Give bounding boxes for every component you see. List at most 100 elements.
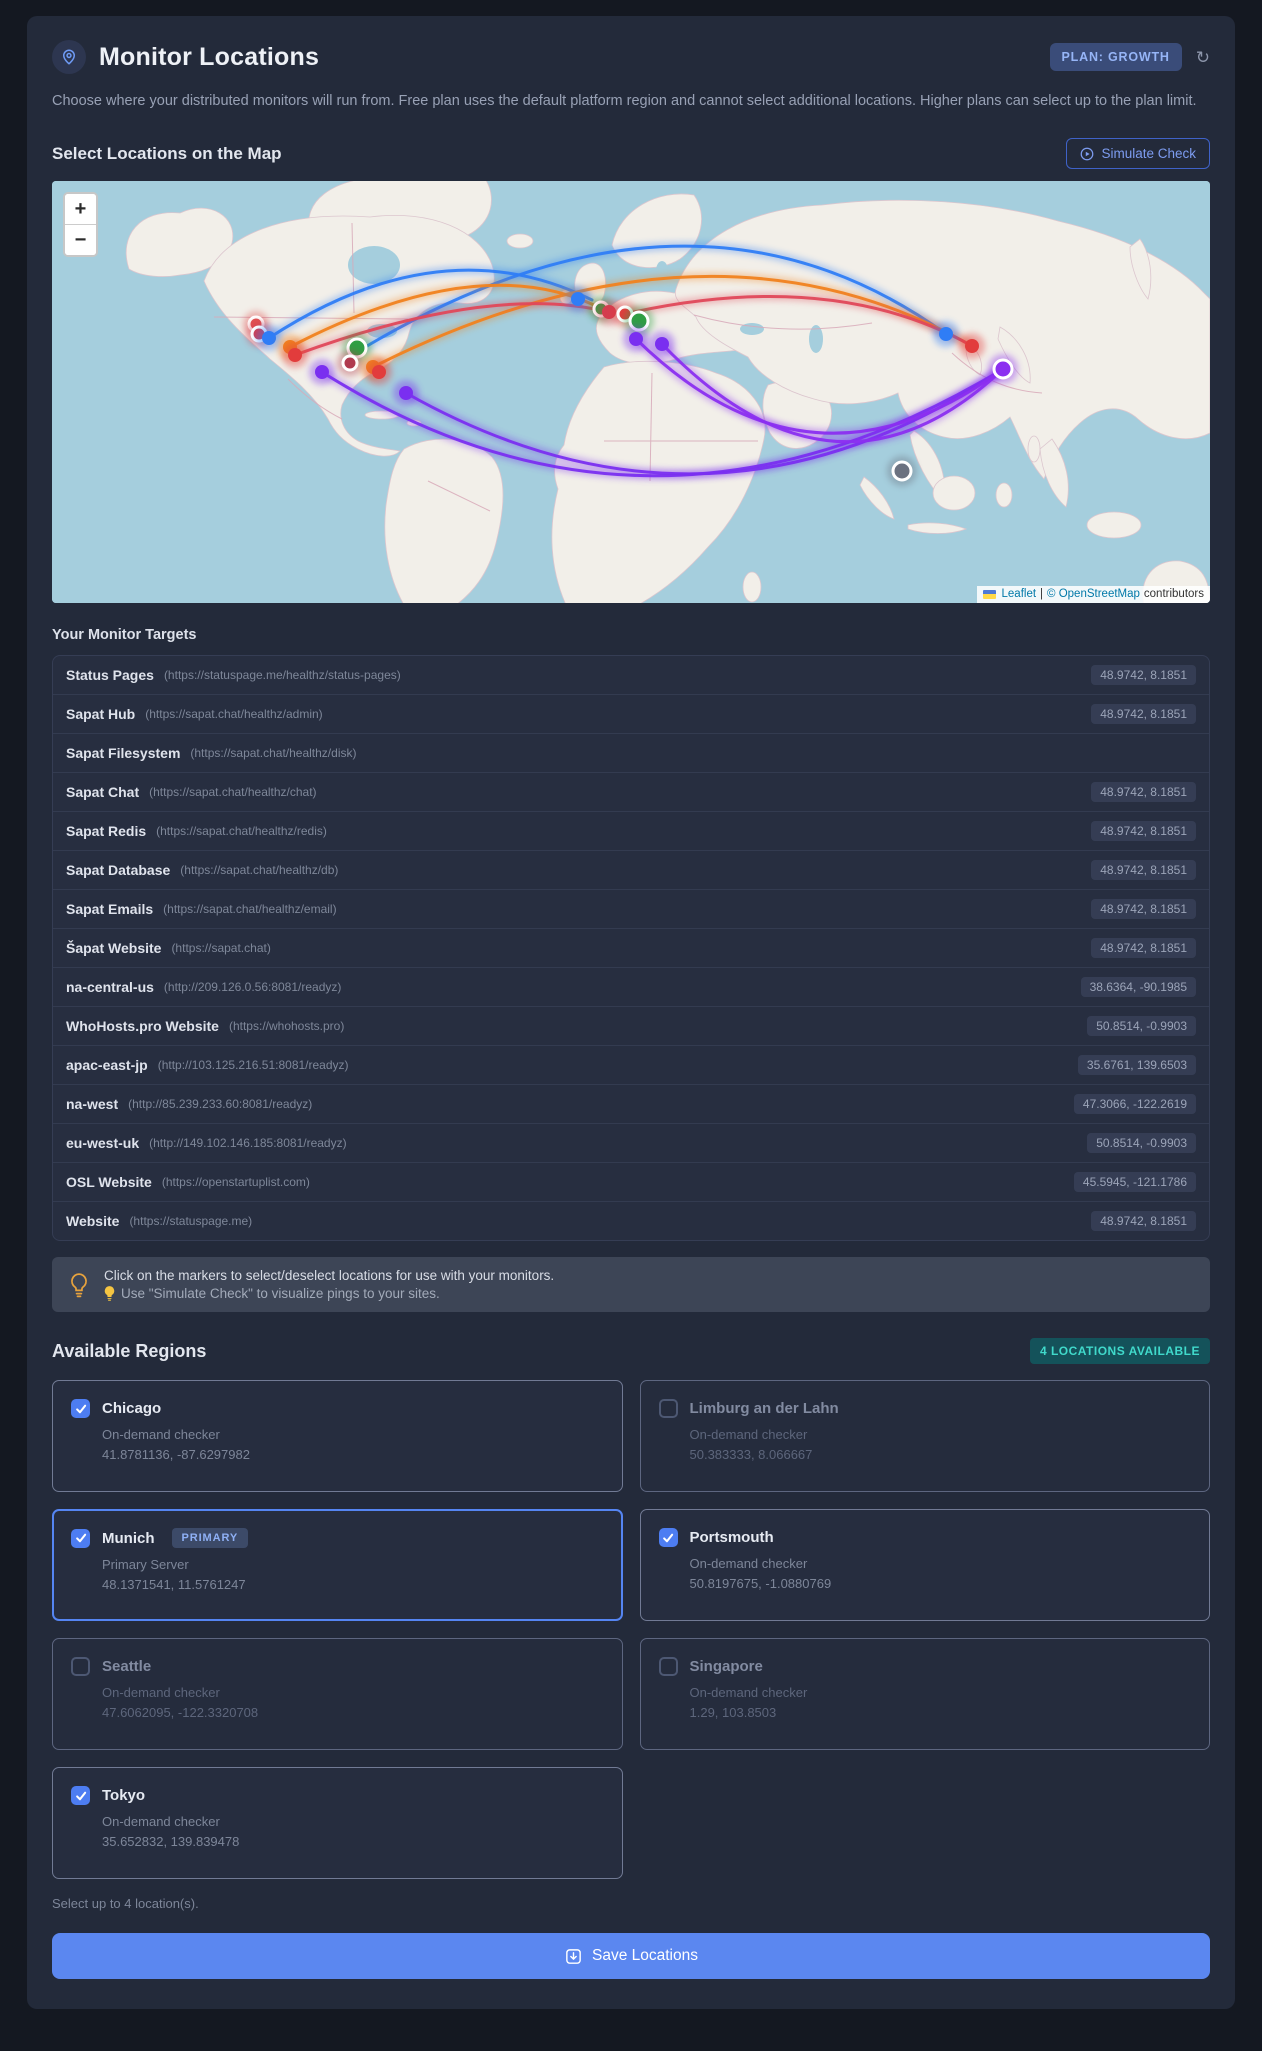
monitor-target-row: Sapat Filesystem (https://sapat.chat/hea… (53, 733, 1209, 772)
region-card[interactable]: Seattle On-demand checker 47.6062095, -1… (52, 1638, 623, 1751)
region-card-header: Tokyo (71, 1786, 604, 1806)
tip-line-2-text: Use "Simulate Check" to visualize pings … (121, 1286, 440, 1302)
region-card[interactable]: Tokyo On-demand checker 35.652832, 139.8… (52, 1767, 623, 1880)
map-marker[interactable] (315, 365, 329, 380)
target-url: (https://sapat.chat/healthz/disk) (190, 746, 357, 761)
target-name: Sapat Emails (66, 901, 154, 918)
attribution-contributors: contributors (1143, 588, 1204, 601)
target-coordinates-badge: 35.6761, 139.6503 (1077, 1055, 1196, 1076)
monitor-target-row: na-central-us (http://209.126.0.56:8081/… (53, 967, 1209, 1006)
region-coordinates: 41.8781136, -87.6297982 (102, 1447, 250, 1463)
map-marker[interactable] (939, 327, 953, 342)
monitor-target-row: Sapat Chat (https://sapat.chat/healthz/c… (53, 772, 1209, 811)
map-zoom-control: + − (63, 192, 98, 258)
panel-header: Monitor Locations PLAN: GROWTH ↻ (52, 40, 1210, 74)
simulate-check-button[interactable]: Simulate Check (1066, 138, 1210, 170)
map-marker[interactable] (372, 365, 386, 380)
map-marker[interactable] (992, 358, 1014, 380)
target-coordinates-badge: 48.9742, 8.1851 (1091, 782, 1196, 803)
map-marker[interactable] (571, 292, 585, 307)
map-marker[interactable] (399, 386, 413, 401)
region-checkbox[interactable] (658, 1528, 678, 1548)
target-url: (https://statuspage.me) (129, 1214, 253, 1229)
map-marker[interactable] (891, 460, 913, 482)
target-url: (https://sapat.chat/healthz/admin) (145, 707, 323, 722)
target-url: (https://sapat.chat/healthz/redis) (156, 824, 327, 839)
leaflet-link[interactable]: Leaflet (1002, 588, 1037, 600)
tip-text: Click on the markers to select/deselect … (104, 1268, 554, 1301)
region-coordinates: 48.1371541, 11.5761247 (102, 1577, 246, 1593)
map-section-header: Select Locations on the Map Simulate Che… (52, 138, 1210, 170)
target-url: (https://whohosts.pro) (228, 1019, 345, 1034)
target-coordinates-badge: 38.6364, -90.1985 (1080, 977, 1196, 998)
region-subtitle: On-demand checker (102, 1685, 220, 1701)
target-coordinates-badge: 48.9742, 8.1851 (1091, 704, 1196, 725)
region-checkbox[interactable] (71, 1786, 90, 1806)
targets-section-header: Your Monitor Targets (52, 627, 1210, 643)
region-name: Portsmouth (689, 1529, 774, 1547)
tip-line-2: Use "Simulate Check" to visualize pings … (104, 1286, 554, 1301)
region-checkbox[interactable] (71, 1657, 90, 1677)
map-marker[interactable] (655, 337, 669, 352)
target-coordinates-badge: 47.3066, -122.2619 (1073, 1094, 1196, 1115)
monitor-target-row: OSL Website (https://openstartuplist.com… (53, 1162, 1209, 1201)
page-description: Choose where your distributed monitors w… (52, 93, 1197, 109)
targets-title: Your Monitor Targets (52, 627, 197, 644)
refresh-icon[interactable]: ↻ (1196, 49, 1210, 66)
monitor-target-row: na-west (http://85.239.233.60:8081/ready… (53, 1084, 1209, 1123)
region-checkbox[interactable] (71, 1528, 90, 1548)
world-map[interactable]: + − Leaflet | © OpenStreetMap contributo… (52, 181, 1210, 604)
region-card[interactable]: Portsmouth On-demand checker 50.8197675,… (639, 1509, 1210, 1622)
region-name: Seattle (102, 1658, 152, 1676)
map-marker[interactable] (288, 348, 302, 363)
target-url: (http://103.125.216.51:8081/readyz) (157, 1058, 349, 1073)
bulb-emoji-icon (104, 1286, 115, 1302)
region-card[interactable]: Chicago On-demand checker 41.8781136, -8… (52, 1380, 623, 1493)
monitor-target-row: apac-east-jp (http://103.125.216.51:8081… (53, 1045, 1209, 1084)
regions-section-header: Available Regions 4 LOCATIONS AVAILABLE (52, 1338, 1210, 1365)
target-coordinates-badge: 48.9742, 8.1851 (1091, 665, 1196, 686)
monitor-target-row: Sapat Database (https://sapat.chat/healt… (53, 850, 1209, 889)
map-marker[interactable] (629, 332, 643, 347)
tip-box: Click on the markers to select/deselect … (52, 1257, 1210, 1313)
save-locations-button[interactable]: Save Locations (52, 1933, 1210, 1980)
target-url: (http://149.102.146.185:8081/readyz) (149, 1136, 347, 1151)
monitor-target-row: eu-west-uk (http://149.102.146.185:8081/… (53, 1123, 1209, 1162)
region-name: Chicago (102, 1400, 162, 1418)
target-name: na-central-us (66, 979, 154, 996)
map-marker[interactable] (262, 331, 276, 346)
target-name: Sapat Hub (66, 706, 136, 723)
zoom-out-button[interactable]: − (65, 224, 96, 256)
monitor-target-row: Šapat Website (https://sapat.chat) 48.97… (53, 928, 1209, 967)
region-coordinates: 50.383333, 8.066667 (689, 1447, 813, 1463)
zoom-in-button[interactable]: + (65, 194, 96, 225)
location-pin-icon (52, 40, 86, 74)
region-name: Munich (102, 1529, 155, 1547)
target-name: Status Pages (66, 667, 154, 684)
target-url: (http://209.126.0.56:8081/readyz) (163, 980, 342, 995)
panel-header-right: PLAN: GROWTH ↻ (1049, 43, 1210, 71)
region-card-header: Seattle (71, 1657, 604, 1677)
openstreetmap-link[interactable]: © OpenStreetMap (1047, 588, 1140, 600)
map-canvas[interactable] (52, 181, 1210, 604)
target-name: Website (66, 1213, 120, 1230)
save-locations-label: Save Locations (592, 1947, 698, 1965)
map-attribution: Leaflet | © OpenStreetMap contributors (976, 586, 1210, 604)
region-checkbox[interactable] (658, 1399, 678, 1419)
map-marker[interactable] (965, 339, 979, 354)
ukraine-flag-icon (982, 589, 996, 599)
region-card[interactable]: Munich PRIMARY Primary Server 48.1371541… (52, 1509, 623, 1622)
target-coordinates-badge: 50.8514, -0.9903 (1087, 1133, 1196, 1154)
region-checkbox[interactable] (71, 1399, 90, 1419)
region-card[interactable]: Limburg an der Lahn On-demand checker 50… (639, 1380, 1210, 1493)
map-marker[interactable] (341, 354, 359, 372)
target-url: (https://sapat.chat/healthz/email) (163, 902, 337, 917)
target-coordinates-badge: 48.9742, 8.1851 (1091, 899, 1196, 920)
region-card-header: Limburg an der Lahn (658, 1399, 1192, 1419)
region-card-header: Munich PRIMARY (71, 1528, 604, 1549)
target-name: apac-east-jp (66, 1057, 148, 1074)
region-card[interactable]: Singapore On-demand checker 1.29, 103.85… (639, 1638, 1210, 1751)
check-icon (75, 1791, 86, 1801)
target-coordinates-badge: 50.8514, -0.9903 (1087, 1016, 1196, 1037)
region-checkbox[interactable] (658, 1657, 678, 1677)
